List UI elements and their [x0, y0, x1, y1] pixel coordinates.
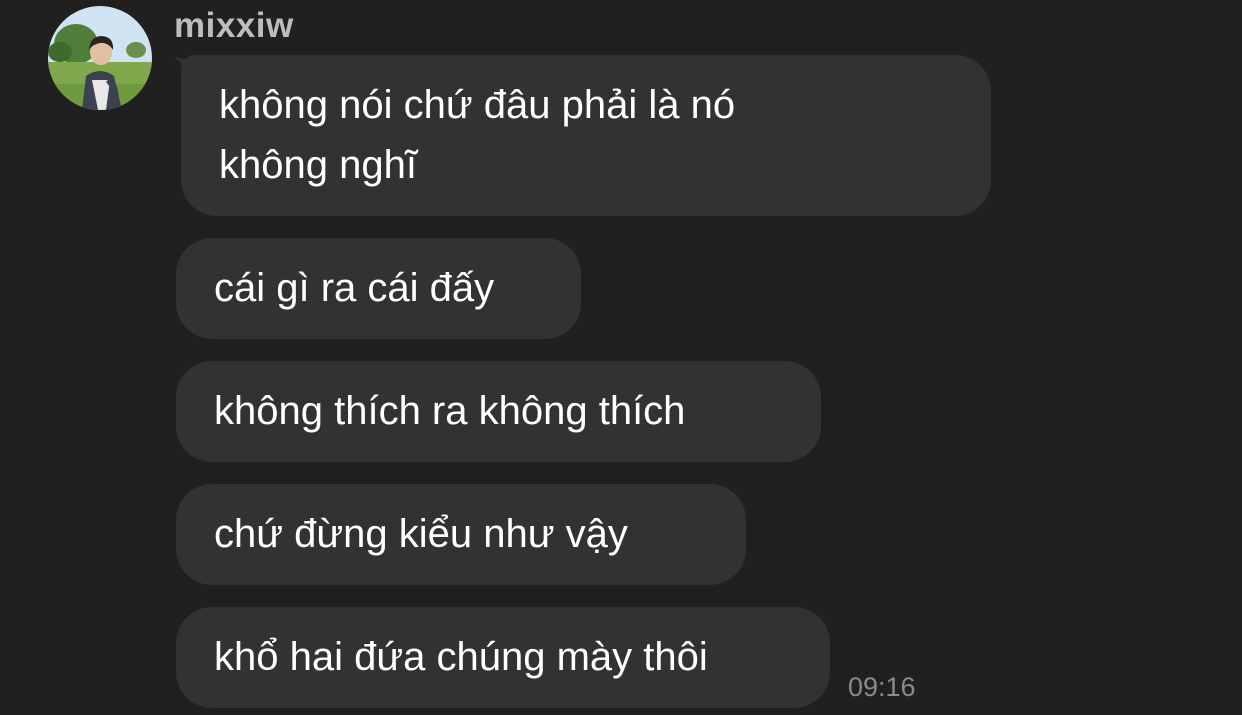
message-bubble[interactable]: khổ hai đứa chúng mày thôi [176, 607, 830, 708]
message-text: chứ đừng kiểu như vậy [214, 512, 628, 556]
chat-thread: mixxiw không nói chứ đâu phải là nó khôn… [0, 0, 1242, 715]
message-bubble[interactable]: không nói chứ đâu phải là nó không nghĩ [181, 55, 991, 216]
avatar[interactable] [48, 6, 152, 110]
message-timestamp: 09:16 [848, 672, 916, 702]
profile-photo-icon [48, 6, 152, 110]
sender-name: mixxiw [174, 6, 294, 45]
message-bubble[interactable]: cái gì ra cái đấy [176, 238, 581, 339]
message-line: không nghĩ [219, 143, 417, 187]
message-text: khổ hai đứa chúng mày thôi [214, 635, 708, 679]
message-line: không nói chứ đâu phải là nó [219, 83, 736, 127]
message-bubble[interactable]: không thích ra không thích [176, 361, 821, 462]
message-text: cái gì ra cái đấy [214, 266, 495, 310]
message-text: không thích ra không thích [214, 389, 686, 433]
message-bubble[interactable]: chứ đừng kiểu như vậy [176, 484, 746, 585]
